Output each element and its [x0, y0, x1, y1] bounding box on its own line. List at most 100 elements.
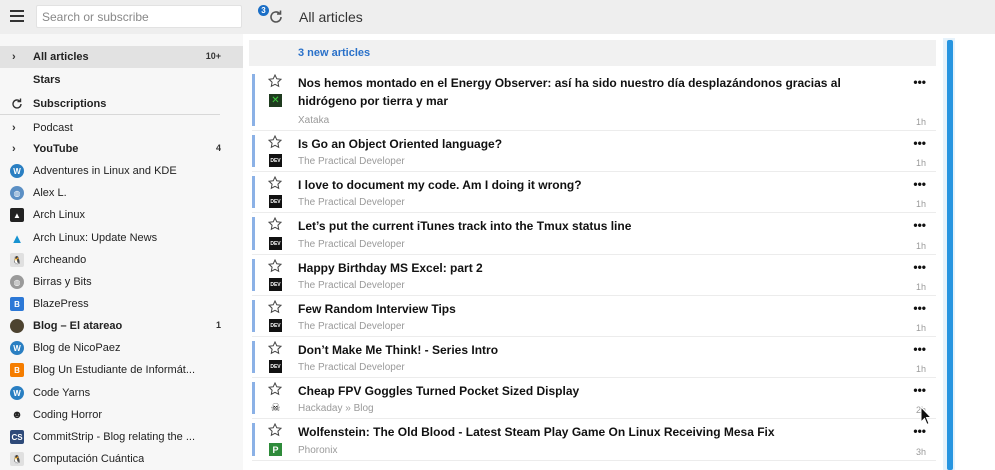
hamburger-menu-icon[interactable]: [10, 10, 24, 24]
unread-indicator: [252, 300, 255, 332]
sidebar-item-label: Adventures in Linux and KDE: [33, 165, 177, 177]
star-icon[interactable]: [268, 74, 282, 88]
sidebar-feed-item[interactable]: 🐧 Archeando: [0, 249, 243, 271]
article-title[interactable]: I love to document my code. Am I doing i…: [298, 176, 888, 194]
sidebar-item-label: Coding Horror: [33, 409, 103, 421]
sidebar-item-label: Subscriptions: [33, 98, 107, 110]
star-icon[interactable]: [268, 176, 282, 190]
sidebar-item-stars[interactable]: Stars: [0, 69, 243, 91]
sidebar-item-label: Blog de NicoPaez: [33, 342, 121, 354]
sidebar-feed-item[interactable]: ◍ Alex L.: [0, 182, 243, 204]
article-title[interactable]: Let’s put the current iTunes track into …: [298, 217, 888, 235]
star-icon[interactable]: [268, 423, 282, 437]
article-title[interactable]: Nos hemos montado en el Energy Observer:…: [298, 74, 888, 110]
sidebar-feed-item[interactable]: ☻ Coding Horror: [0, 404, 243, 426]
article-time: 1h: [915, 158, 926, 168]
article-row[interactable]: DEV Don’t Make Me Think! - Series Intro …: [252, 337, 936, 378]
sidebar-item-label: Code Yarns: [33, 387, 91, 399]
unread-count: 4: [215, 143, 221, 153]
unread-indicator: [252, 135, 255, 167]
b-icon: B: [10, 297, 24, 311]
star-icon[interactable]: [268, 300, 282, 314]
star-icon[interactable]: [268, 217, 282, 231]
article-title[interactable]: Cheap FPV Goggles Turned Pocket Sized Di…: [298, 382, 888, 400]
chevron-right-icon[interactable]: ›: [12, 142, 22, 156]
more-options-icon[interactable]: •••: [913, 301, 926, 315]
star-icon[interactable]: [268, 135, 282, 149]
avatar-icon: [10, 319, 24, 333]
sidebar-feed-item[interactable]: ▲ Arch Linux: Update News: [0, 227, 243, 249]
article-row[interactable]: DEV Happy Birthday MS Excel: part 2 The …: [252, 255, 936, 296]
article-row[interactable]: DEV I love to document my code. Am I doi…: [252, 172, 936, 213]
unread-indicator: [252, 423, 255, 456]
article-row[interactable]: DEV Few Random Interview Tips The Practi…: [252, 296, 936, 337]
sidebar-feed-item[interactable]: ◍ Birras y Bits: [0, 271, 243, 293]
article-time: 3h: [915, 447, 926, 457]
sidebar-item-all-articles[interactable]: › All articles 10+: [0, 46, 243, 68]
star-icon[interactable]: [268, 259, 282, 273]
more-options-icon[interactable]: •••: [913, 136, 926, 150]
unread-indicator: [252, 382, 255, 414]
wordpress-icon: W: [10, 164, 24, 178]
tux-icon: 🐧: [10, 452, 24, 466]
article-source: The Practical Developer: [298, 156, 405, 167]
sidebar-item-label: Birras y Bits: [33, 276, 92, 288]
unread-indicator: [252, 341, 255, 373]
article-title[interactable]: Wolfenstein: The Old Blood - Latest Stea…: [298, 423, 888, 441]
article-time: 1h: [915, 117, 926, 127]
more-options-icon[interactable]: •••: [913, 383, 926, 397]
horror-icon: ☻: [11, 409, 23, 421]
article-time: 1h: [915, 241, 926, 251]
article-row[interactable]: ✕ Nos hemos montado en el Energy Observe…: [252, 70, 936, 131]
article-row[interactable]: DEV Let’s put the current iTunes track i…: [252, 213, 936, 255]
article-title[interactable]: Is Go an Object Oriented language?: [298, 135, 888, 153]
sidebar-item-subscriptions[interactable]: Subscriptions: [0, 93, 220, 115]
search-input[interactable]: [36, 5, 242, 28]
article-title[interactable]: Happy Birthday MS Excel: part 2: [298, 259, 888, 277]
sidebar-feed-item[interactable]: Blog – El atareao 1: [0, 315, 243, 337]
star-icon[interactable]: [268, 341, 282, 355]
article-title[interactable]: Few Random Interview Tips: [298, 300, 888, 318]
more-options-icon[interactable]: •••: [913, 75, 926, 89]
sidebar-item-label: Arch Linux: [33, 209, 85, 221]
more-options-icon[interactable]: •••: [913, 342, 926, 356]
wordpress-icon: W: [10, 341, 24, 355]
sidebar-feed-item[interactable]: W Adventures in Linux and KDE: [0, 160, 243, 182]
more-options-icon[interactable]: •••: [913, 424, 926, 438]
article-title[interactable]: Don’t Make Me Think! - Series Intro: [298, 341, 888, 359]
sidebar-feed-item[interactable]: W Code Yarns: [0, 382, 243, 404]
sidebar-item-youtube[interactable]: › YouTube 4: [0, 138, 243, 160]
sidebar-feed-item[interactable]: B BlazePress: [0, 293, 243, 315]
unread-indicator: [252, 176, 255, 208]
star-icon[interactable]: [268, 382, 282, 396]
globe-icon: ◍: [10, 186, 24, 200]
chevron-right-icon[interactable]: ›: [12, 50, 22, 64]
page-title: All articles: [299, 9, 363, 25]
sidebar-feed-item[interactable]: ▲ Arch Linux: [0, 204, 243, 226]
article-row[interactable]: ☠ Cheap FPV Goggles Turned Pocket Sized …: [252, 378, 936, 419]
dev-icon: DEV: [269, 154, 282, 167]
sidebar-feed-item[interactable]: B Blog Un Estudiante de Informát...: [0, 359, 243, 381]
dev-icon: DEV: [269, 237, 282, 250]
sidebar-item-label: BlazePress: [33, 298, 89, 310]
sidebar-item-label: Arch Linux: Update News: [33, 232, 158, 244]
arch-blue-icon: ▲: [10, 230, 24, 246]
sidebar-item-podcast[interactable]: › Podcast: [0, 117, 243, 139]
scrollbar-thumb[interactable]: [947, 40, 953, 470]
sidebar-feed-item[interactable]: W Blog de NicoPaez: [0, 337, 243, 359]
article-row[interactable]: P Wolfenstein: The Old Blood - Latest St…: [252, 419, 936, 461]
more-options-icon[interactable]: •••: [913, 177, 926, 191]
more-options-icon[interactable]: •••: [913, 260, 926, 274]
article-list: 3 new articles ✕ Nos hemos montado en el…: [243, 34, 995, 470]
unread-count: 1: [215, 320, 221, 330]
refresh-icon[interactable]: [268, 9, 284, 25]
sidebar-feed-item[interactable]: CS CommitStrip - Blog relating the ...: [0, 426, 243, 448]
new-articles-banner[interactable]: 3 new articles: [249, 40, 936, 66]
refresh-icon[interactable]: [10, 97, 24, 111]
chevron-right-icon[interactable]: ›: [12, 121, 22, 135]
article-row[interactable]: DEV Is Go an Object Oriented language? T…: [252, 131, 936, 172]
article-source: The Practical Developer: [298, 239, 405, 250]
dev-icon: DEV: [269, 278, 282, 291]
more-options-icon[interactable]: •••: [913, 218, 926, 232]
sidebar-feed-item[interactable]: 🐧 Computación Cuántica: [0, 448, 243, 470]
